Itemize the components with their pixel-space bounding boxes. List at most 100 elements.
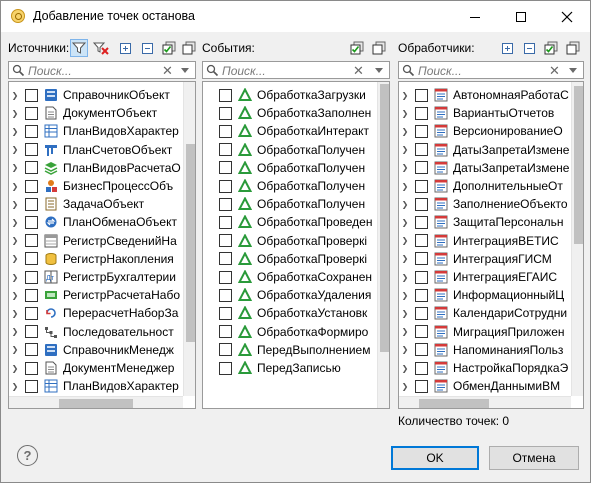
row-checkbox[interactable] xyxy=(219,106,232,120)
source-item[interactable]: ❯ ПерерасчетНаборЗа xyxy=(9,304,179,322)
row-checkbox[interactable] xyxy=(219,343,232,357)
maximize-button[interactable] xyxy=(498,1,544,32)
row-checkbox[interactable] xyxy=(415,361,428,375)
row-checkbox[interactable] xyxy=(219,306,232,320)
expand-arrow-icon[interactable]: ❯ xyxy=(399,359,411,377)
search-options-dropdown-icon[interactable] xyxy=(569,68,577,73)
expand-arrow-icon[interactable]: ❯ xyxy=(9,213,21,231)
row-checkbox[interactable] xyxy=(219,161,232,175)
events-check-all-button[interactable] xyxy=(348,39,366,57)
source-item[interactable]: ❯ РегистрСведенийНа xyxy=(9,232,177,250)
source-item[interactable]: ❯ ДокументМенеджер xyxy=(9,359,175,377)
clear-filter-button[interactable] xyxy=(92,39,110,57)
expand-arrow-icon[interactable]: ❯ xyxy=(9,268,21,286)
handlers-search-input[interactable]: Поиск... xyxy=(418,64,462,78)
row-checkbox[interactable] xyxy=(415,106,428,120)
row-checkbox[interactable] xyxy=(25,88,38,102)
row-checkbox[interactable] xyxy=(219,234,232,248)
expand-arrow-icon[interactable]: ❯ xyxy=(399,286,411,304)
row-checkbox[interactable] xyxy=(25,106,38,120)
row-checkbox[interactable] xyxy=(415,161,428,175)
collapse-all-button[interactable] xyxy=(138,39,156,57)
row-checkbox[interactable] xyxy=(25,161,38,175)
row-checkbox[interactable] xyxy=(415,379,428,393)
event-item[interactable]: ОбработкаСохранен xyxy=(203,268,372,286)
expand-arrow-icon[interactable]: ❯ xyxy=(9,104,21,122)
expand-arrow-icon[interactable]: ❯ xyxy=(399,232,411,250)
expand-arrow-icon[interactable]: ❯ xyxy=(399,377,411,395)
events-vertical-scroll-thumb[interactable] xyxy=(380,84,389,352)
row-checkbox[interactable] xyxy=(219,288,232,302)
handlers-horizontal-scroll-thumb[interactable] xyxy=(419,399,489,408)
handlers-search-box[interactable]: Поиск... ✕ xyxy=(398,61,584,79)
expand-arrow-icon[interactable]: ❯ xyxy=(9,286,21,304)
close-button[interactable] xyxy=(544,1,590,32)
ok-button[interactable]: OK xyxy=(391,446,479,470)
expand-arrow-icon[interactable]: ❯ xyxy=(399,304,411,322)
expand-arrow-icon[interactable]: ❯ xyxy=(399,195,411,213)
source-item[interactable]: ❯ БизнесПроцессОбъ xyxy=(9,177,173,195)
expand-arrow-icon[interactable]: ❯ xyxy=(9,250,21,268)
event-item[interactable]: ОбработкаЗаполнен xyxy=(203,104,371,122)
source-item[interactable]: ❯ ПланВидовРасчетаО xyxy=(9,159,181,177)
row-checkbox[interactable] xyxy=(25,143,38,157)
event-item[interactable]: ОбработкаУдаления xyxy=(203,286,371,304)
help-button[interactable]: ? xyxy=(17,445,38,466)
source-item[interactable]: ❯ РегистрРасчетаНабо xyxy=(9,286,180,304)
event-item[interactable]: ОбработкаПолучен xyxy=(203,159,365,177)
source-item[interactable]: ❯ ПланСчетовОбъект xyxy=(9,141,173,159)
expand-arrow-icon[interactable]: ❯ xyxy=(399,213,411,231)
row-checkbox[interactable] xyxy=(25,197,38,211)
events-list[interactable]: ОбработкаЗагрузки ОбработкаЗаполнен Обрабо… xyxy=(202,81,390,409)
expand-arrow-icon[interactable]: ❯ xyxy=(9,86,21,104)
handler-item[interactable]: ❯ ИнтеграцияВЕТИС xyxy=(399,232,559,250)
row-checkbox[interactable] xyxy=(219,325,232,339)
handlers-uncheck-all-button[interactable] xyxy=(564,39,582,57)
source-item[interactable]: ❯ РегистрНакопления xyxy=(9,250,174,268)
source-item[interactable]: ❯ СправочникОбъект xyxy=(9,86,170,104)
handler-item[interactable]: ❯ ИнтеграцияЕГАИС xyxy=(399,268,557,286)
expand-arrow-icon[interactable]: ❯ xyxy=(9,341,21,359)
row-checkbox[interactable] xyxy=(219,88,232,102)
row-checkbox[interactable] xyxy=(25,361,38,375)
handler-item[interactable]: ❯ ДополнительныеОт xyxy=(399,177,563,195)
handler-item[interactable]: ❯ ДатыЗапретаИзмене xyxy=(399,141,570,159)
row-checkbox[interactable] xyxy=(25,379,38,393)
expand-all-button[interactable] xyxy=(116,39,134,57)
source-item[interactable]: ❯ ДокументОбъект xyxy=(9,104,157,122)
source-item[interactable]: ❯ ПланВидовХарактер xyxy=(9,122,179,140)
expand-arrow-icon[interactable]: ❯ xyxy=(9,232,21,250)
sources-search-input[interactable]: Поиск... xyxy=(28,64,72,78)
event-item[interactable]: ОбработкаПолучен xyxy=(203,141,365,159)
event-item[interactable]: ПередВыполнением xyxy=(203,341,370,359)
expand-arrow-icon[interactable]: ❯ xyxy=(9,359,21,377)
uncheck-all-button[interactable] xyxy=(182,39,196,57)
event-item[interactable]: ОбработкаЗагрузки xyxy=(203,86,366,104)
event-item[interactable]: ОбработкаПроведен xyxy=(203,213,372,231)
handler-item[interactable]: ❯ ИнтеграцияГИСМ xyxy=(399,250,552,268)
row-checkbox[interactable] xyxy=(415,179,428,193)
expand-arrow-icon[interactable]: ❯ xyxy=(9,377,21,395)
row-checkbox[interactable] xyxy=(415,306,428,320)
clear-search-icon[interactable]: ✕ xyxy=(549,63,560,79)
expand-arrow-icon[interactable]: ❯ xyxy=(399,104,411,122)
row-checkbox[interactable] xyxy=(415,143,428,157)
row-checkbox[interactable] xyxy=(25,325,38,339)
sources-vertical-scrollbar[interactable] xyxy=(183,82,195,396)
events-search-box[interactable]: Поиск... ✕ xyxy=(202,61,390,79)
handler-item[interactable]: ❯ АвтономнаяРаботаС xyxy=(399,86,569,104)
event-item[interactable]: ОбработкаПолучен xyxy=(203,177,365,195)
row-checkbox[interactable] xyxy=(415,343,428,357)
handler-item[interactable]: ❯ ОбменДаннымиВМ xyxy=(399,377,561,395)
row-checkbox[interactable] xyxy=(415,270,428,284)
source-item[interactable]: ❯ ЗадачаОбъект xyxy=(9,195,144,213)
source-item[interactable]: ❯ Последовательност xyxy=(9,323,174,341)
expand-arrow-icon[interactable]: ❯ xyxy=(9,177,21,195)
handlers-list[interactable]: ❯ АвтономнаяРаботаС ❯ ВариантыОтчетов ❯ Верси… xyxy=(398,81,584,409)
events-vertical-scrollbar[interactable] xyxy=(377,82,389,408)
event-item[interactable]: ОбработкаФормиро xyxy=(203,323,368,341)
sources-search-box[interactable]: Поиск... ✕ xyxy=(8,61,196,79)
expand-arrow-icon[interactable]: ❯ xyxy=(9,195,21,213)
minimize-button[interactable] xyxy=(452,1,498,32)
row-checkbox[interactable] xyxy=(415,88,428,102)
